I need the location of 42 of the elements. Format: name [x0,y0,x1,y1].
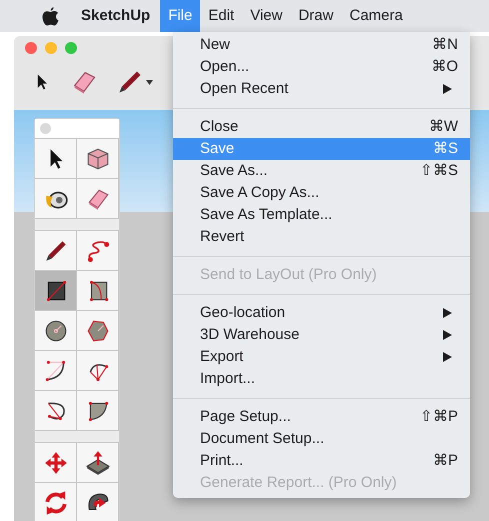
menu-bar-item[interactable]: Camera [341,0,411,32]
rotate-arrows-icon [42,490,68,516]
menu-item[interactable]: Save As... ⇧⌘S [173,160,470,182]
tool-button[interactable] [35,391,77,431]
menu-item[interactable]: Import... [173,368,470,390]
tool-button[interactable] [35,271,77,311]
menu-item[interactable]: Print... ⌘P [173,450,470,472]
tool-button[interactable] [77,271,119,311]
tool-button[interactable] [77,443,119,483]
menu-item[interactable]: New ⌘N [173,34,470,56]
menu-item[interactable]: Open Recent [173,78,470,100]
tool-button[interactable] [77,139,119,179]
tool-button[interactable] [35,311,77,351]
menu-item[interactable]: Revert [173,226,470,248]
tool-button[interactable] [35,179,77,219]
tool-button[interactable] [77,391,119,431]
submenu-arrow-icon [443,308,452,318]
menu-bar-item[interactable]: Edit [200,0,242,32]
menu-item[interactable]: Close ⌘W [173,116,470,138]
menu-item[interactable]: Open... ⌘O [173,56,470,78]
tool-button[interactable] [77,483,119,521]
apple-logo-icon[interactable] [42,6,59,26]
menu-bar-item[interactable]: Draw [290,0,342,32]
tool-button[interactable] [35,139,77,179]
move-arrows-icon [42,450,68,476]
close-window-button[interactable] [25,42,37,54]
menu-item[interactable]: Geo-location [173,302,470,324]
submenu-arrow-icon [443,84,452,94]
menu-item[interactable]: Page Setup... ⇧⌘P [173,406,470,428]
menu-item[interactable]: Export [173,346,470,368]
caret-icon [146,80,153,84]
submenu-arrow-icon [443,352,452,362]
menu-item[interactable]: 3D Warehouse [173,324,470,346]
push-pull-icon [84,450,110,476]
menu-bar-item[interactable]: View [242,0,290,32]
circle-icon [42,318,68,344]
menu-item[interactable]: Save A Copy As... [173,182,470,204]
menu-item[interactable]: Document Setup... [173,428,470,450]
submenu-arrow-icon [443,330,452,340]
tool-button[interactable] [35,231,77,271]
app-name[interactable]: SketchUp [81,4,150,28]
menu-item[interactable]: Save As Template... [173,204,470,226]
